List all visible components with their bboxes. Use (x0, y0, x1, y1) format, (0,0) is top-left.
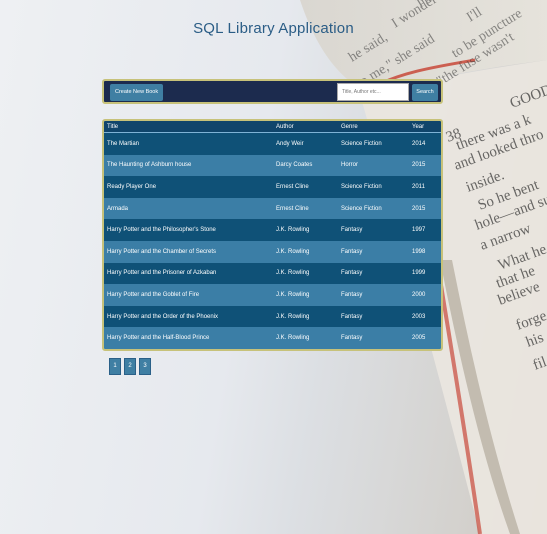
cell-genre: Fantasy (341, 335, 363, 342)
table-body: The Martian Andy Weir Science Fiction 2014 T… (104, 132, 441, 349)
cell-year: 2000 (412, 291, 426, 298)
toolbar: Create New Book Search (102, 79, 443, 104)
book-text-line: "the fuse wasn't (434, 30, 517, 90)
table-row[interactable]: Ready Player One Ernest Cline Science Fict… (104, 176, 441, 198)
table-header-row: Title Author Genre Year (104, 121, 441, 133)
book-text-line: forge (514, 308, 547, 334)
cell-author: J.K. Rowling (276, 270, 310, 277)
cell-title: Harry Potter and the Order of the Phoeni… (107, 313, 219, 320)
table-row[interactable]: The Martian Andy Weir Science Fiction 2014 (104, 132, 441, 155)
cell-year: 2003 (412, 313, 426, 320)
cell-title: Harry Potter and the Half-Blood Prince (107, 335, 210, 342)
book-page-number: 38 (444, 126, 464, 146)
cell-genre: Fantasy (341, 270, 363, 277)
column-header-year[interactable]: Year (409, 121, 441, 133)
table-row[interactable]: Harry Potter and the Goblet of Fire J.K. … (104, 284, 441, 306)
cell-year: 1999 (412, 270, 426, 277)
cell-author: J.K. Rowling (276, 313, 310, 320)
book-text-line: believe (496, 279, 542, 309)
book-text-line: inside. (464, 167, 507, 196)
book-text-line: So he bent (476, 177, 542, 214)
books-table: Title Author Genre Year The Martian Andy … (102, 119, 443, 351)
column-header-author[interactable]: Author (273, 121, 338, 133)
book-text-line: What he (496, 241, 547, 273)
cell-author: Ernest Cline (276, 205, 309, 212)
book-text-line: his (524, 330, 546, 351)
cell-author: Ernest Cline (276, 183, 309, 190)
table-row[interactable]: Harry Potter and the Prisoner of Azkaban… (104, 262, 441, 285)
table-row[interactable]: Armada Ernest Cline Science Fiction 2015 (104, 197, 441, 220)
cell-genre: Science Fiction (341, 183, 382, 190)
cell-genre: Fantasy (341, 227, 363, 234)
cell-year: 1998 (412, 248, 426, 255)
cell-title: Harry Potter and the Prisoner of Azkaban (107, 270, 217, 277)
table-row[interactable]: Harry Potter and the Philosopher's Stone… (104, 219, 441, 241)
cell-title: The Martian (107, 140, 140, 147)
search-button[interactable]: Search (412, 84, 438, 101)
cell-author: J.K. Rowling (276, 291, 310, 298)
cell-year: 2015 (412, 162, 426, 169)
cell-title: Armada (107, 205, 129, 212)
cell-genre: Science Fiction (341, 205, 382, 212)
cell-title: Harry Potter and the Philosopher's Stone (107, 227, 216, 234)
book-text-line: GOOD (508, 82, 547, 112)
cell-title: Harry Potter and the Chamber of Secrets (107, 248, 217, 255)
cell-genre: Fantasy (341, 248, 363, 255)
search-input[interactable] (337, 83, 409, 101)
cell-year: 2011 (412, 183, 425, 190)
table-row[interactable]: Harry Potter and the Half-Blood Prince J.… (104, 327, 441, 349)
page-button-3[interactable]: 3 (139, 358, 151, 375)
book-text-line: I'm sure (414, 0, 460, 11)
book-text-line: and looked thro (452, 127, 546, 174)
pagination: 123 (109, 358, 151, 375)
page-button-2[interactable]: 2 (124, 358, 136, 375)
book-text-line: fil (531, 354, 547, 374)
book-text-line: there was a k (454, 112, 534, 154)
cell-title: Harry Potter and the Goblet of Fire (107, 291, 200, 298)
table-row[interactable]: Harry Potter and the Chamber of Secrets J… (104, 240, 441, 263)
cell-author: J.K. Rowling (276, 335, 310, 342)
cell-year: 2005 (412, 335, 426, 342)
cell-title: The Haunting of Ashburn house (107, 162, 192, 169)
create-new-book-button[interactable]: Create New Book (110, 84, 164, 101)
cell-author: Darcy Coates (276, 162, 313, 169)
book-text-line: a narrow (478, 221, 533, 254)
book-text-line: hole—and sure (473, 187, 547, 233)
table-row[interactable]: The Haunting of Ashburn house Darcy Coate… (104, 154, 441, 177)
cell-genre: Fantasy (341, 313, 363, 320)
cell-author: J.K. Rowling (276, 227, 310, 234)
column-header-genre[interactable]: Genre (338, 121, 409, 133)
table-row[interactable]: Harry Potter and the Order of the Phoeni… (104, 305, 441, 328)
page-title: SQL Library Application (193, 20, 354, 37)
cell-year: 1997 (412, 227, 426, 234)
book-text-line: that he (494, 263, 538, 292)
column-header-title[interactable]: Title (104, 121, 273, 133)
cell-genre: Horror (341, 162, 359, 169)
cell-year: 2014 (412, 140, 426, 147)
cell-author: J.K. Rowling (276, 248, 310, 255)
cell-author: Andy Weir (276, 140, 304, 147)
cell-title: Ready Player One (107, 183, 157, 190)
cell-genre: Science Fiction (341, 140, 382, 147)
page-button-1[interactable]: 1 (109, 358, 121, 375)
cell-genre: Fantasy (341, 291, 363, 298)
cell-year: 2015 (412, 205, 426, 212)
